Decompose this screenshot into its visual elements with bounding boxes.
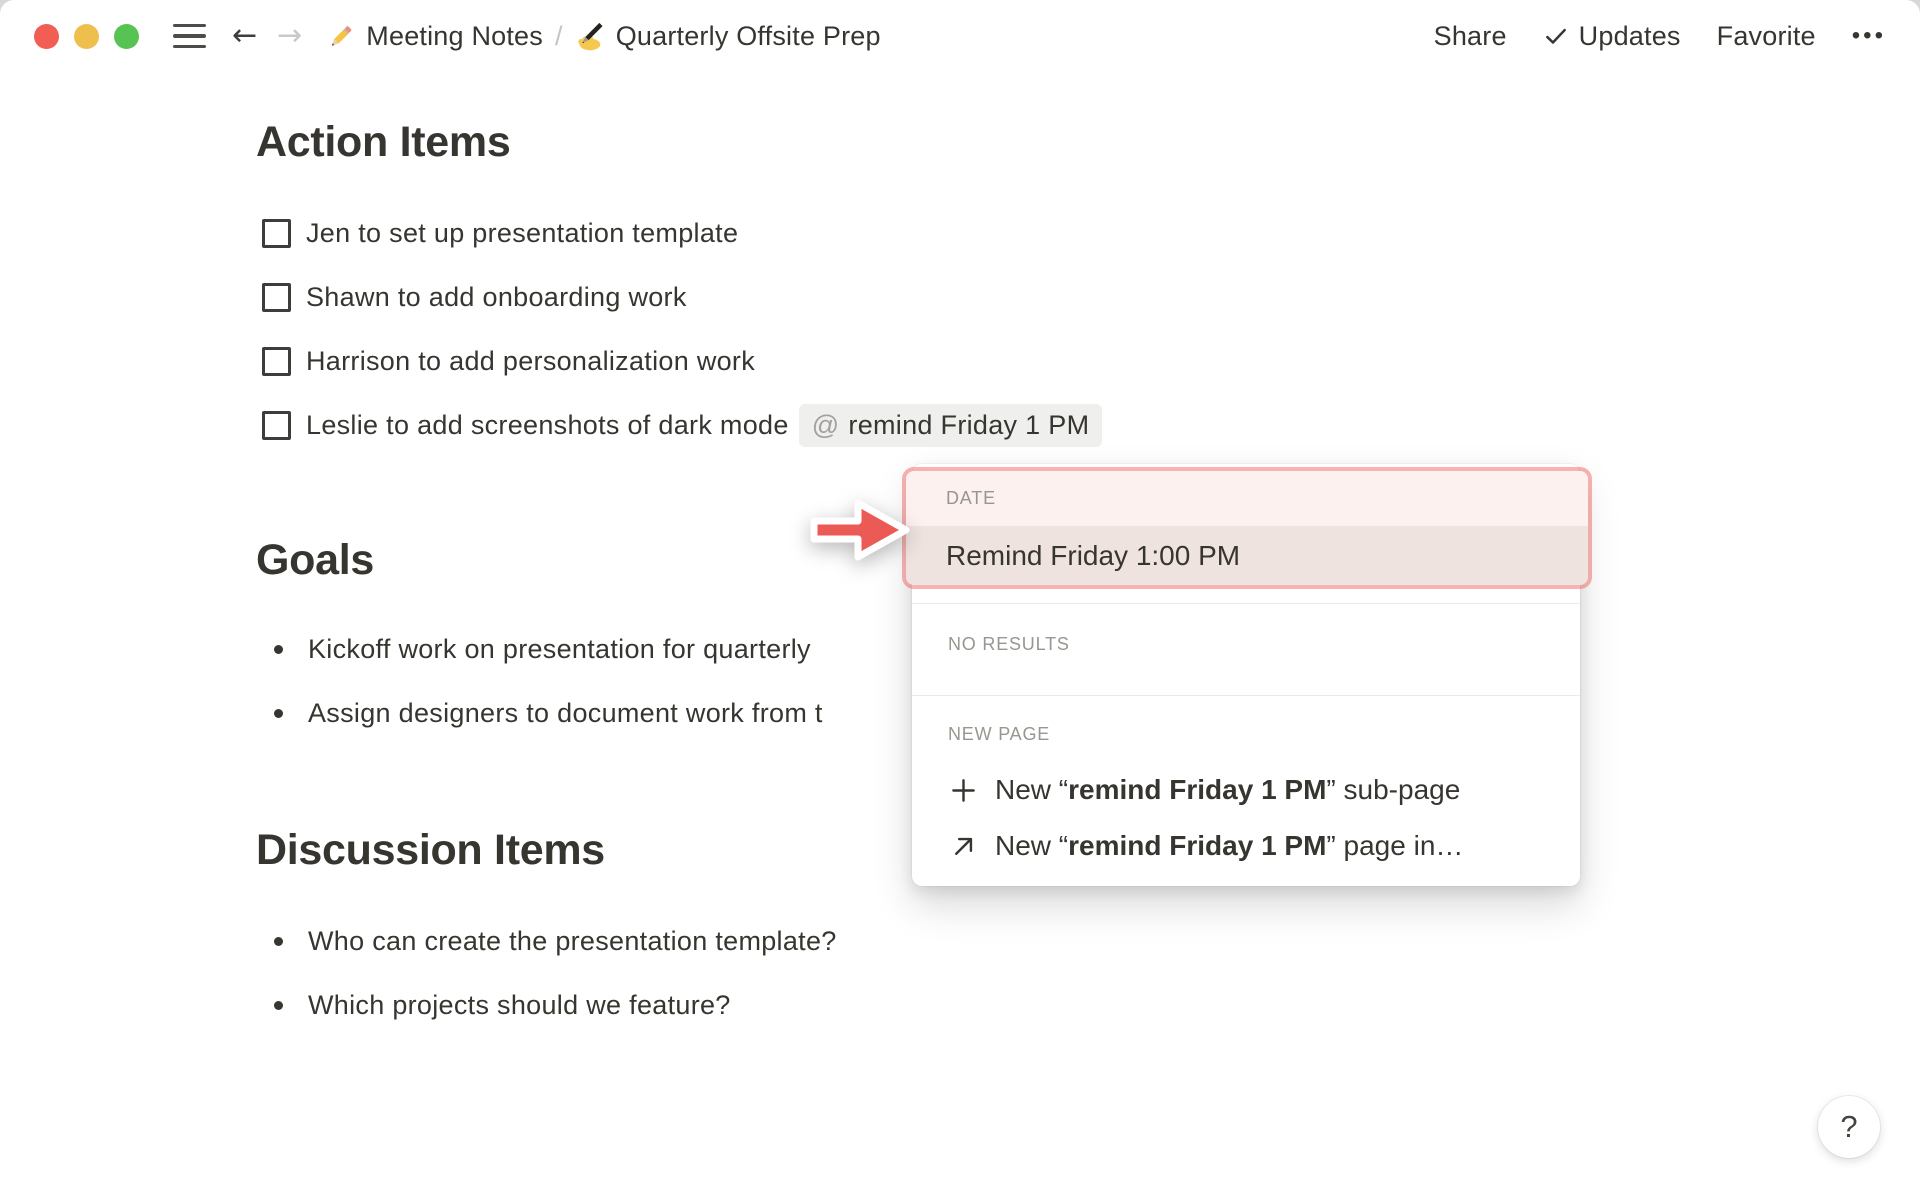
todo-label: Leslie to add screenshots of dark mode [306, 409, 789, 440]
todo-checkbox[interactable] [262, 283, 291, 313]
todo-checkbox[interactable] [262, 219, 291, 249]
at-symbol: @ [811, 409, 840, 440]
remind-date-option[interactable]: Remind Friday 1:00 PM [906, 526, 1588, 585]
bullet-dot [274, 937, 283, 947]
favorite-button[interactable]: Favorite [1717, 21, 1816, 52]
arrow-up-right-icon [948, 833, 978, 860]
goals-heading: Goals [256, 536, 374, 584]
updates-button[interactable]: Updates [1543, 21, 1681, 52]
todo-row: Harrison to add personalization work [262, 330, 1102, 394]
close-window-button[interactable] [34, 23, 59, 49]
list-item: Which projects should we feature? [262, 974, 837, 1038]
breadcrumb-quarterly-offsite-prep[interactable]: Quarterly Offsite Prep [616, 21, 881, 52]
breadcrumb-separator: / [554, 20, 563, 51]
discussion-items-heading: Discussion Items [256, 826, 605, 874]
updates-label: Updates [1578, 20, 1681, 51]
share-button[interactable]: Share [1434, 21, 1507, 52]
bullet-text: Kickoff work on presentation for quarter… [308, 634, 811, 665]
question-mark-icon: ? [1840, 1109, 1858, 1144]
plus-icon [948, 777, 978, 804]
pencil-emoji-icon [326, 22, 355, 51]
reminder-text: remind Friday 1 PM [848, 409, 1090, 440]
popup-divider [912, 695, 1580, 696]
date-section-label: DATE [946, 488, 996, 508]
tutorial-highlight-ring: DATE Remind Friday 1:00 PM [902, 467, 1592, 589]
bullet-dot [274, 645, 283, 655]
todo-row: Jen to set up presentation template [262, 202, 1102, 266]
todo-row: Shawn to add onboarding work [262, 266, 1102, 330]
writing-hand-emoji-icon [575, 21, 605, 51]
bullet-text: Who can create the presentation template… [308, 926, 837, 957]
list-item: Assign designers to document work from t [262, 682, 823, 746]
back-button[interactable]: ← [232, 21, 257, 51]
red-pointer-arrow-icon [806, 486, 914, 579]
todo-label: Jen to set up presentation template [306, 218, 739, 249]
mention-date-popup: DATE Remind Friday 1:00 PM NO RESULTS NE… [902, 464, 1592, 886]
sidebar-menu-icon[interactable] [173, 23, 206, 49]
minimize-window-button[interactable] [74, 23, 99, 49]
bullet-dot [274, 708, 283, 718]
popup-divider [912, 603, 1580, 604]
new-page-label: NEW PAGE [948, 723, 1051, 744]
option-text: New “remind Friday 1 PM” sub-page [995, 774, 1461, 805]
list-item: Kickoff work on presentation for quarter… [262, 618, 823, 682]
discussion-bullet-list: Who can create the presentation template… [262, 910, 837, 1037]
more-options-button[interactable]: ••• [1852, 22, 1886, 50]
traffic-lights [34, 23, 139, 49]
goals-bullet-list: Kickoff work on presentation for quarter… [262, 618, 823, 745]
list-item: Who can create the presentation template… [262, 910, 837, 974]
todo-row: Leslie to add screenshots of dark mode @… [262, 393, 1103, 457]
todo-checkbox[interactable] [262, 346, 291, 376]
zoom-window-button[interactable] [114, 23, 139, 49]
bullet-dot [274, 1000, 283, 1010]
new-page-section-header: NEW PAGE [948, 716, 1050, 752]
todo-list: Jen to set up presentation template Shaw… [262, 202, 1103, 457]
action-items-heading: Action Items [256, 118, 511, 166]
todo-label: Harrison to add personalization work [306, 345, 756, 376]
no-results-section: NO RESULTS [948, 620, 1070, 668]
checkmark-icon [1543, 23, 1569, 49]
bullet-text: Assign designers to document work from t [308, 697, 823, 728]
date-section-header: DATE [906, 471, 1588, 526]
notion-window: ← → Meeting Notes / Quarterly Offsite Pr… [0, 0, 1920, 1200]
todo-label: Shawn to add onboarding work [306, 282, 687, 313]
option-text: New “remind Friday 1 PM” page in… [995, 830, 1464, 861]
new-page-in-option[interactable]: New “remind Friday 1 PM” page in… [948, 822, 1564, 870]
forward-button-disabled: → [277, 18, 303, 53]
no-results-label: NO RESULTS [948, 633, 1070, 654]
new-subpage-option[interactable]: New “remind Friday 1 PM” sub-page [948, 766, 1564, 814]
header-actions: Share Updates Favorite ••• [1434, 21, 1886, 52]
bullet-text: Which projects should we feature? [308, 989, 731, 1020]
help-button[interactable]: ? [1818, 1096, 1880, 1158]
reminder-mention-token[interactable]: @ remind Friday 1 PM [798, 403, 1103, 447]
todo-checkbox[interactable] [262, 410, 291, 440]
breadcrumb: Meeting Notes / Quarterly Offsite Prep [326, 20, 881, 52]
breadcrumb-meeting-notes[interactable]: Meeting Notes [366, 21, 543, 52]
title-bar: ← → Meeting Notes / Quarterly Offsite Pr… [0, 0, 1920, 72]
